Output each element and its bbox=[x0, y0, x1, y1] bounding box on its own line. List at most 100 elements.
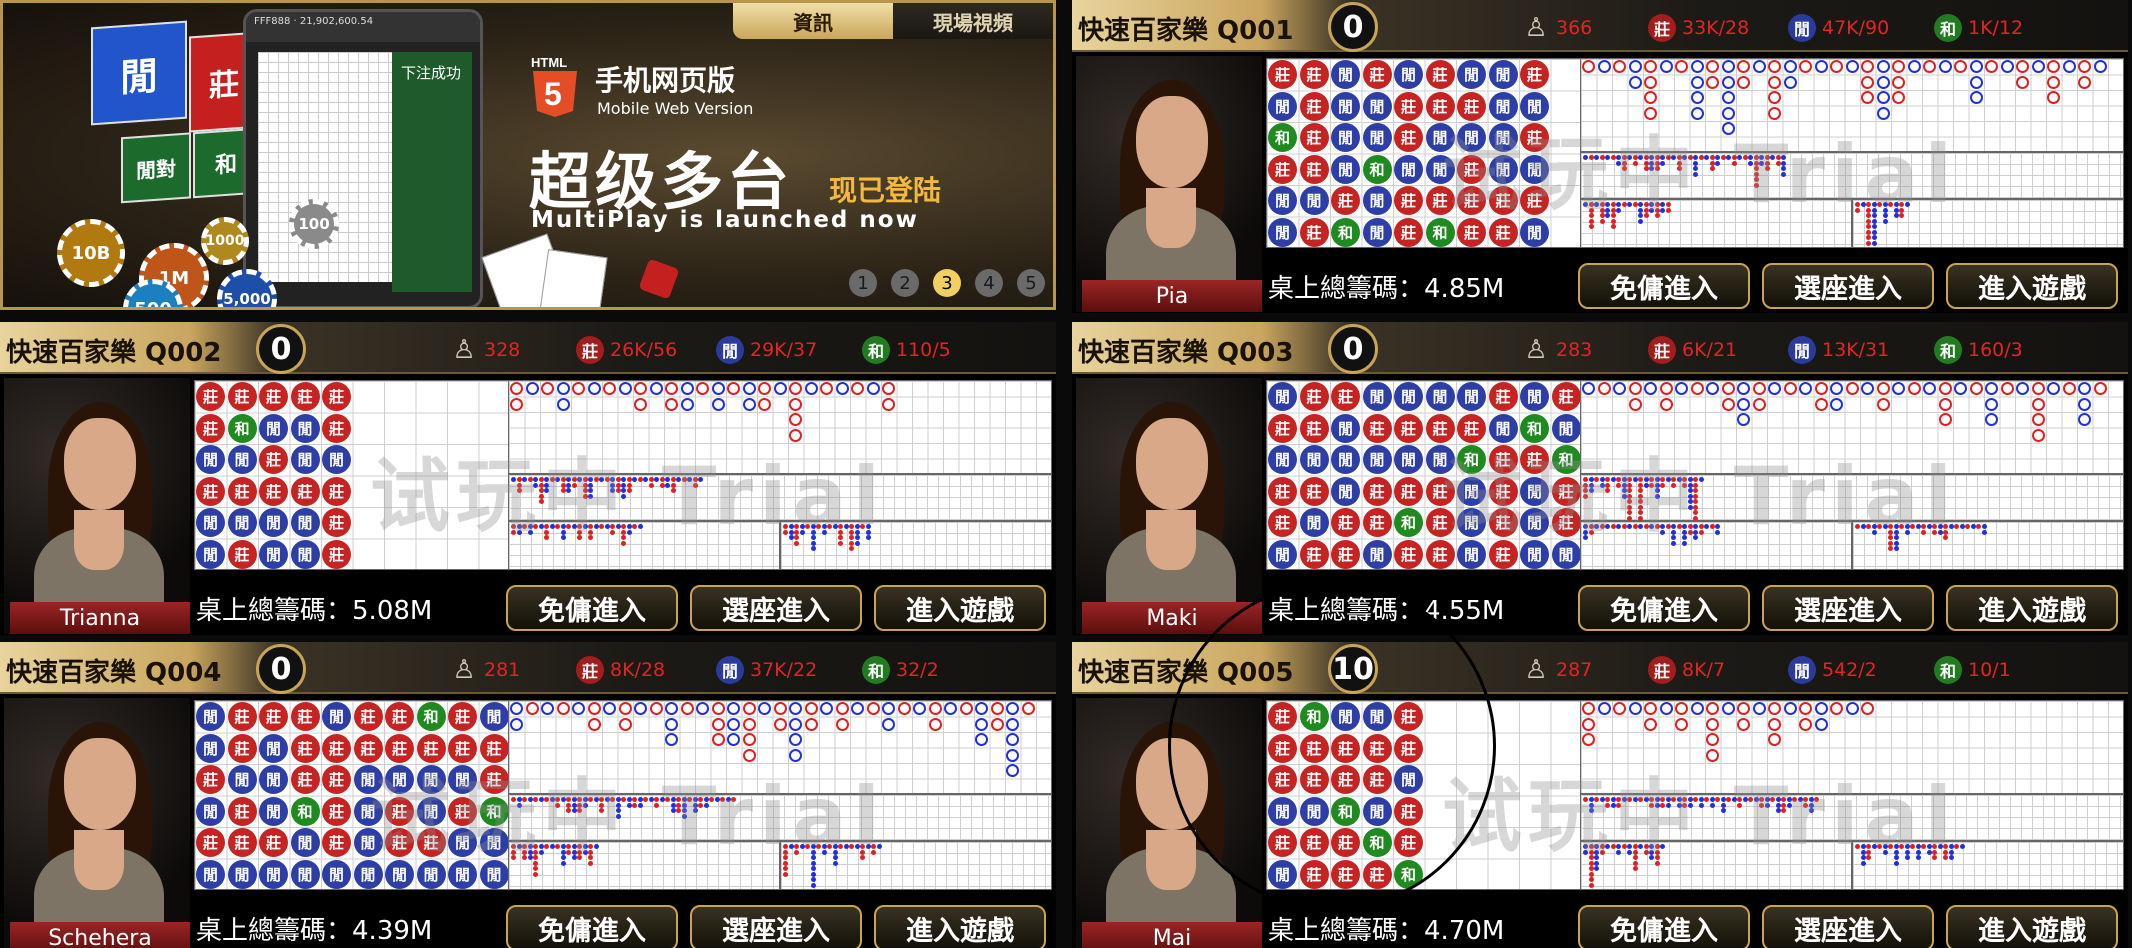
derived-road-mark bbox=[1594, 797, 1599, 802]
big-road[interactable] bbox=[1580, 700, 2124, 794]
derived-road-mark bbox=[670, 488, 676, 493]
enter-game-button[interactable]: 進入遊戲 bbox=[874, 585, 1046, 631]
dealer-photo[interactable]: Trianna bbox=[4, 378, 190, 634]
derived-road-mark bbox=[544, 488, 549, 493]
bead-road[interactable]: 閒閒莊閒莊閒莊莊閒莊莊閒莊閒閒閒莊閒莊莊莊和閒閒閒莊莊莊莊閒莊莊閒閒閒閒莊莊閒莊… bbox=[194, 700, 510, 890]
derived-road-mark bbox=[643, 797, 648, 802]
free-commission-button[interactable]: 免傭進入 bbox=[1578, 905, 1750, 948]
cockroach-road[interactable] bbox=[780, 841, 1052, 890]
cockroach-road[interactable] bbox=[780, 521, 1052, 570]
small-road[interactable] bbox=[1580, 841, 1852, 890]
derived-road-mark bbox=[810, 877, 816, 882]
big-eye-road[interactable] bbox=[508, 474, 1052, 521]
big-road[interactable] bbox=[1580, 58, 2124, 152]
cockroach-road[interactable] bbox=[1852, 521, 2124, 570]
select-seat-button[interactable]: 選座進入 bbox=[690, 585, 862, 631]
derived-road-mark bbox=[599, 802, 604, 808]
page-dot[interactable]: 5 bbox=[1017, 269, 1045, 297]
big-road-mark bbox=[2047, 75, 2060, 89]
bead-player: 閒 bbox=[1394, 60, 1423, 89]
big-road-mark bbox=[1721, 75, 1735, 89]
big-eye-road[interactable] bbox=[1580, 152, 2124, 199]
big-road[interactable] bbox=[508, 700, 1052, 794]
page-dot-active[interactable]: 3 bbox=[933, 269, 961, 297]
select-seat-button[interactable]: 選座進入 bbox=[690, 905, 862, 948]
cockroach-road[interactable] bbox=[1852, 841, 2124, 890]
dealer-photo[interactable]: Schehera bbox=[4, 698, 190, 948]
free-commission-button[interactable]: 免傭進入 bbox=[506, 905, 678, 948]
small-road[interactable] bbox=[1580, 199, 1852, 248]
derived-road-mark bbox=[1627, 849, 1632, 855]
derived-road-mark bbox=[599, 808, 604, 813]
big-road-mark bbox=[1659, 382, 1673, 395]
bead-banker: 莊 bbox=[1425, 476, 1455, 506]
derived-road-mark bbox=[1649, 477, 1654, 482]
bead-tie: 和 bbox=[1394, 859, 1423, 889]
dealer-photo[interactable]: Maki bbox=[1076, 378, 1262, 634]
big-road-mark bbox=[975, 717, 988, 731]
enter-game-button[interactable]: 進入遊戲 bbox=[874, 905, 1046, 948]
derived-road-mark bbox=[544, 535, 549, 540]
free-commission-button[interactable]: 免傭進入 bbox=[1578, 585, 1750, 631]
derived-road-mark bbox=[1654, 860, 1660, 866]
big-eye-road[interactable] bbox=[1580, 474, 2124, 521]
bead-road[interactable]: 閒莊閒莊莊閒莊莊閒莊閒莊莊閒閒閒莊莊閒莊閒莊莊閒閒莊閒莊和莊閒莊閒莊莊莊閒莊和閒… bbox=[1266, 380, 1582, 570]
promo-banner[interactable]: 資訊 現場視頻 閒 莊 閒對 和 FFF888 · 21,902,600.54 … bbox=[0, 0, 1056, 310]
derived-road-mark bbox=[1649, 802, 1654, 808]
derived-road-mark bbox=[720, 797, 725, 802]
player-icon: 閒 bbox=[1788, 14, 1816, 42]
derived-road-mark bbox=[1742, 797, 1748, 802]
dealer-photo[interactable]: Mai bbox=[1076, 698, 1262, 948]
bead-banker: 莊 bbox=[1457, 186, 1486, 215]
derived-road-mark bbox=[1737, 155, 1742, 160]
derived-road-mark bbox=[577, 844, 582, 849]
free-commission-button[interactable]: 免傭進入 bbox=[506, 585, 678, 631]
small-road[interactable] bbox=[1580, 521, 1852, 570]
big-road-mark bbox=[1613, 60, 1626, 73]
big-road-mark bbox=[2031, 397, 2045, 411]
derived-road-mark bbox=[1599, 849, 1605, 855]
small-road[interactable] bbox=[508, 841, 780, 890]
bead-player: 閒 bbox=[1362, 123, 1392, 152]
enter-game-button[interactable]: 進入遊戲 bbox=[1946, 263, 2118, 309]
bead-player: 閒 bbox=[322, 702, 351, 731]
derived-road-mark bbox=[1649, 844, 1654, 849]
big-eye-road[interactable] bbox=[1580, 794, 2124, 841]
big-road[interactable] bbox=[508, 380, 1052, 474]
page-dot[interactable]: 2 bbox=[891, 269, 919, 297]
banner-subtitle: 手机网页版 bbox=[595, 64, 736, 97]
enter-game-button[interactable]: 進入遊戲 bbox=[1946, 905, 2118, 948]
cockroach-road[interactable] bbox=[1852, 199, 2124, 248]
page-dot[interactable]: 4 bbox=[975, 269, 1003, 297]
small-road[interactable] bbox=[508, 521, 780, 570]
bead-banker: 莊 bbox=[259, 476, 288, 506]
derived-road-mark bbox=[1616, 155, 1621, 160]
derived-road-mark bbox=[1638, 524, 1643, 529]
derived-road-mark bbox=[654, 477, 659, 482]
free-commission-button[interactable]: 免傭進入 bbox=[1578, 263, 1750, 309]
derived-road-mark bbox=[1610, 213, 1616, 218]
big-eye-road[interactable] bbox=[508, 794, 1052, 841]
derived-road-mark bbox=[670, 477, 676, 482]
bead-road[interactable]: 莊莊閒莊閒閒莊和閒莊閒莊莊閒莊莊閒閒莊閒閒莊閒閒莊莊閒莊莊莊 bbox=[194, 380, 510, 570]
select-seat-button[interactable]: 選座進入 bbox=[1762, 905, 1934, 948]
derived-road-mark bbox=[1893, 849, 1899, 855]
page-dot[interactable]: 1 bbox=[849, 269, 877, 297]
derived-road-mark bbox=[1871, 202, 1877, 207]
big-road-mark bbox=[1783, 702, 1797, 715]
enter-game-button[interactable]: 進入遊戲 bbox=[1946, 585, 2118, 631]
derived-road-mark bbox=[659, 482, 665, 488]
select-seat-button[interactable]: 選座進入 bbox=[1762, 585, 1934, 631]
bead-road[interactable]: 莊莊莊閒莊閒和莊莊閒莊莊閒莊莊和莊莊閒莊莊閒和莊莊莊閒莊莊和 bbox=[1266, 700, 1582, 890]
bead-road[interactable]: 莊閒和莊閒閒莊莊莊莊閒莊閒閒閒閒莊和莊閒閒和閒閒閒莊莊閒莊莊莊莊閒閒莊和閒莊閒莊… bbox=[1266, 58, 1582, 248]
dealer-photo[interactable]: Pia bbox=[1076, 56, 1262, 312]
select-seat-button[interactable]: 選座進入 bbox=[1762, 263, 1934, 309]
tab-info[interactable]: 資訊 bbox=[733, 3, 893, 39]
tab-live-video[interactable]: 現場視頻 bbox=[893, 3, 1053, 39]
derived-road-mark bbox=[1632, 477, 1638, 482]
big-road[interactable] bbox=[1580, 380, 2124, 474]
bead-banker: 莊 bbox=[1362, 508, 1392, 537]
derived-road-mark bbox=[1665, 477, 1671, 482]
stat-player: 閒 542/2 bbox=[1788, 656, 1877, 684]
derived-road-mark bbox=[805, 524, 810, 529]
